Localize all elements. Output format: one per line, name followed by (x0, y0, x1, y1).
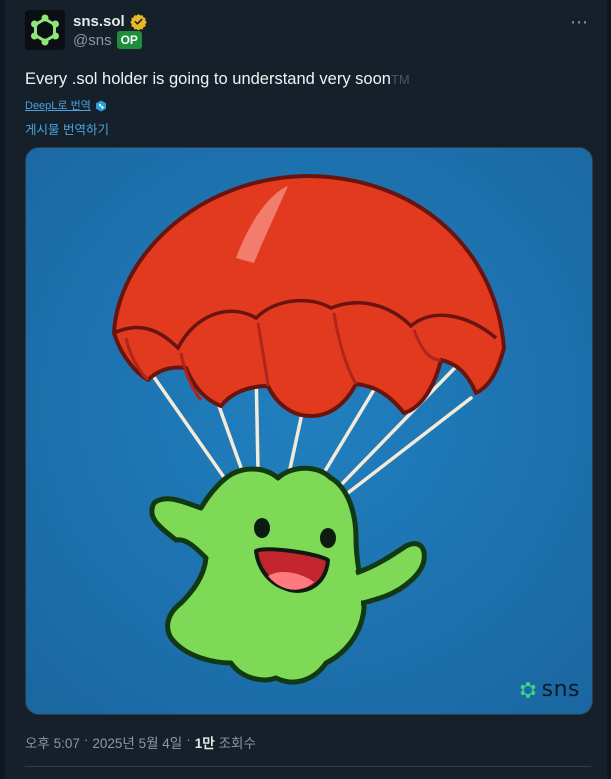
handle-row: @sns OP (73, 31, 142, 49)
trademark-mark: TM (390, 72, 410, 87)
window-frame-right (607, 0, 611, 779)
post-date[interactable]: 2025년 5월 4일 (92, 732, 182, 752)
sns-watermark: sns (518, 677, 580, 702)
window-frame-left (0, 0, 5, 779)
divider (25, 766, 591, 767)
deepl-logo-icon (95, 99, 107, 112)
meta-separator: · (83, 732, 89, 747)
display-name[interactable]: sns.sol (73, 13, 125, 30)
verified-badge-icon (129, 13, 147, 31)
parachuting-green-blob-illustration (26, 148, 592, 714)
post-header: sns.sol @sns OP ⋯ (25, 10, 595, 56)
sns-hexagon-logo-icon (31, 14, 59, 46)
post-media-image[interactable]: sns (25, 147, 593, 715)
name-row: sns.sol (73, 13, 147, 31)
views-count[interactable]: 1만 (195, 732, 215, 752)
sns-hexagon-logo-icon (520, 681, 535, 698)
translate-post-link[interactable]: 게시물 번역하기 (25, 119, 109, 138)
views-label: 조회수 (218, 736, 256, 751)
avatar[interactable] (25, 10, 65, 50)
post-time[interactable]: 오후 5:07 (25, 732, 80, 752)
more-options-icon[interactable]: ⋯ (570, 12, 589, 33)
post-text: Every .sol holder is going to understand… (25, 70, 410, 89)
op-badge: OP (116, 31, 142, 49)
post-metadata: 오후 5:07 · 2025년 5월 4일 · 1만 조회수 (25, 732, 256, 752)
deepl-translate-link[interactable]: DeepL로 번역 (25, 97, 91, 113)
deepl-translate-row: DeepL로 번역 (25, 97, 107, 113)
watermark-text: sns (541, 677, 580, 702)
post-text-body: Every .sol holder is going to understand… (25, 70, 391, 88)
handle[interactable]: @sns (73, 32, 112, 49)
meta-separator: · (186, 732, 191, 747)
